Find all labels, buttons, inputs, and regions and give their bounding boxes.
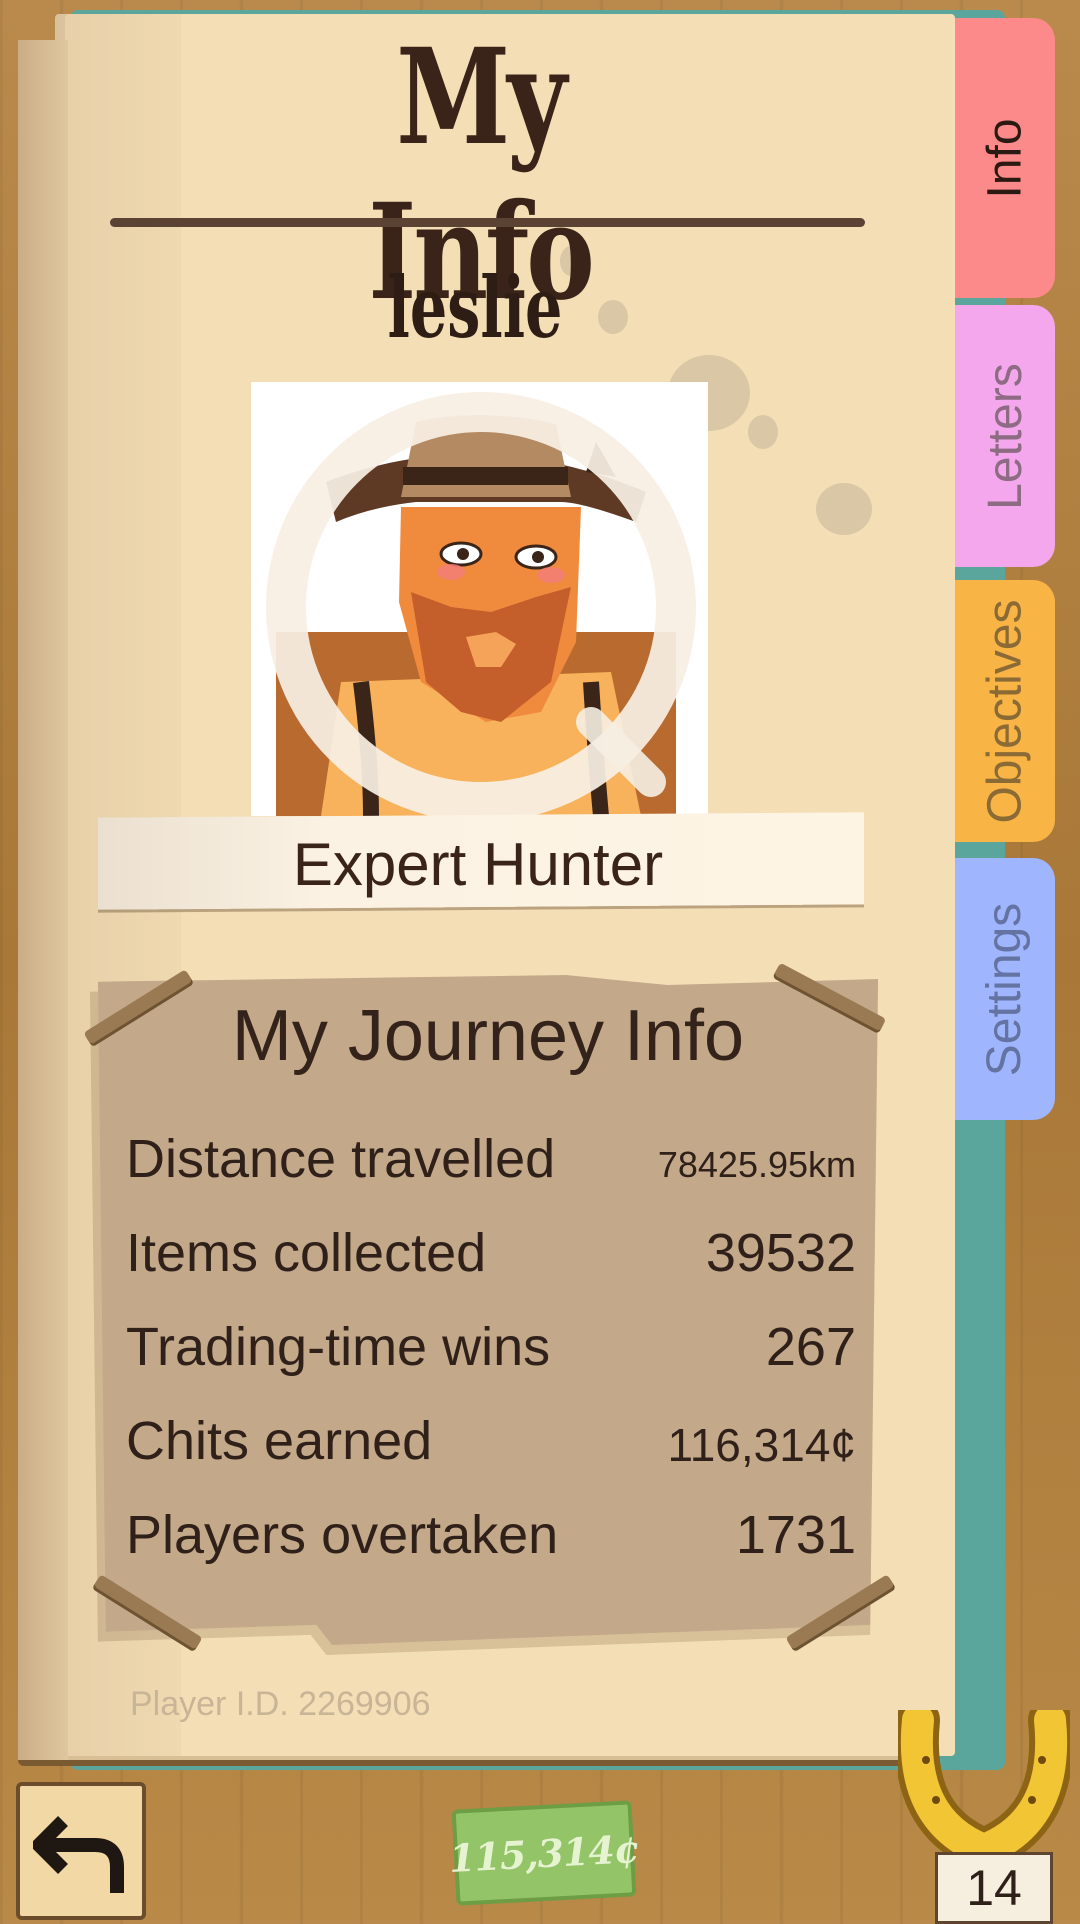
tab-settings-label: Settings (978, 902, 1032, 1076)
back-button[interactable] (16, 1782, 146, 1920)
stat-label: Distance travelled (126, 1129, 556, 1189)
tab-info-label: Info (978, 117, 1032, 199)
tab-letters[interactable]: Letters (955, 305, 1055, 567)
stat-row-trading-wins: Trading-time wins 267 (126, 1316, 856, 1386)
username: leslie (387, 258, 563, 357)
player-id: Player I.D. 2269906 (130, 1685, 431, 1723)
stat-row-chits: Chits earned 116,314¢ (126, 1410, 856, 1480)
stat-row-players-overtaken: Players overtaken 1731 (126, 1504, 856, 1574)
tab-info[interactable]: Info (955, 18, 1055, 298)
journey-info-title: My Journey Info (231, 996, 745, 1076)
horseshoe-count: 14 (935, 1852, 1053, 1924)
avatar (251, 382, 708, 816)
stat-value: 1731 (735, 1505, 856, 1565)
tab-letters-label: Letters (978, 362, 1032, 510)
stain-decoration (748, 415, 778, 449)
stain-decoration (816, 483, 872, 535)
tab-objectives[interactable]: Objectives (955, 580, 1055, 842)
title-divider (110, 218, 865, 227)
character-portrait-icon (251, 382, 708, 816)
stat-value: 39532 (705, 1223, 856, 1283)
book-spine (18, 40, 68, 1760)
stat-label: Chits earned (126, 1411, 433, 1471)
tab-settings[interactable]: Settings (955, 858, 1055, 1120)
stat-value: 116,314¢ (667, 1419, 856, 1471)
stat-row-distance: Distance travelled 78425.95km (126, 1128, 856, 1198)
tab-objectives-label: Objectives (978, 598, 1032, 824)
stat-row-items: Items collected 39532 (126, 1222, 856, 1292)
back-arrow-icon (33, 1816, 124, 1893)
stat-value: 267 (765, 1317, 856, 1377)
money-badge: 115,314¢ (448, 1800, 640, 1906)
stat-label: Players overtaken (126, 1505, 559, 1565)
stat-label: Items collected (126, 1223, 487, 1283)
stat-value: 78425.95km (657, 1144, 856, 1185)
rank-title: Expert Hunter (292, 831, 664, 898)
stat-label: Trading-time wins (126, 1317, 551, 1377)
